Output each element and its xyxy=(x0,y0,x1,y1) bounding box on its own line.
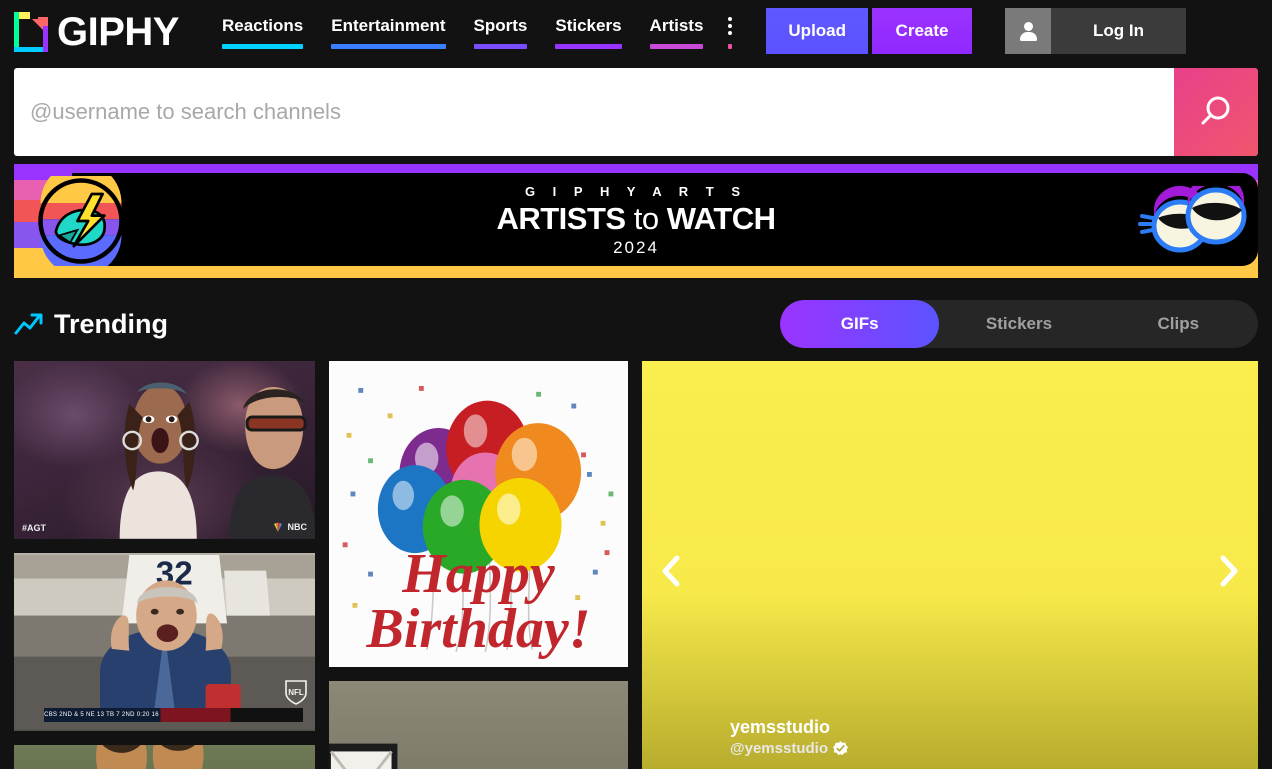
chevron-right-icon xyxy=(1215,554,1241,588)
create-button[interactable]: Create xyxy=(872,8,972,54)
nav-item-sports[interactable]: Sports xyxy=(460,8,542,49)
svg-text:NFL: NFL xyxy=(288,688,304,697)
nav-underline-entertainment xyxy=(331,44,445,49)
banner-title-artists: ARTISTS xyxy=(496,201,625,236)
artist-handle-row: @yemsstudio xyxy=(730,740,848,757)
nav-actions: Upload Create xyxy=(766,8,972,54)
nav-label-entertainment: Entertainment xyxy=(331,8,445,44)
nav-underline-sports xyxy=(474,44,528,49)
avatar[interactable] xyxy=(1005,8,1051,54)
artist-meta: yemsstudio @yemsstudio xyxy=(730,717,848,757)
giphy-logo-text: GIPHY xyxy=(57,11,179,53)
more-vertical-icon xyxy=(728,8,732,44)
nav-label-sports: Sports xyxy=(474,8,528,44)
nav-underline-more xyxy=(728,44,732,49)
birthday-text: Happy Birthday! xyxy=(329,547,628,657)
meerkat-scene xyxy=(14,745,315,769)
nav-item-artists[interactable]: Artists xyxy=(636,8,718,49)
carousel-prev-button[interactable] xyxy=(652,551,692,591)
sunglasses-eyes-icon xyxy=(1128,186,1248,256)
gif-grid: #AGT NBC 32 xyxy=(14,361,1258,769)
search-icon xyxy=(1196,92,1236,132)
nfl-scoreboard: CBS 2ND & 5 NE 13 TB 7 2ND 0:20 16 xyxy=(44,708,303,722)
nav-underline-stickers xyxy=(555,44,621,49)
trending-title-group: Trending xyxy=(14,309,168,340)
nav-label-reactions: Reactions xyxy=(222,8,303,44)
page-title: Trending xyxy=(54,309,168,340)
nbc-peacock-icon xyxy=(272,521,284,533)
nav-underline-artists xyxy=(650,44,704,49)
search-button[interactable] xyxy=(1174,68,1258,156)
login-button[interactable]: Log In xyxy=(1051,8,1186,54)
tab-clips[interactable]: Clips xyxy=(1099,300,1258,348)
grid-column-2: Happy Birthday! xyxy=(329,361,628,769)
nav-item-more[interactable] xyxy=(717,8,743,49)
grid-column-1: #AGT NBC 32 xyxy=(14,361,315,769)
agt-man-figure xyxy=(225,379,315,539)
nav-item-stickers[interactable]: Stickers xyxy=(541,8,635,49)
gif-tile-meerkat[interactable] xyxy=(14,745,315,769)
artist-name: yemsstudio xyxy=(730,717,848,738)
search-input[interactable] xyxy=(14,68,1174,156)
chevron-left-icon xyxy=(659,554,685,588)
tab-stickers[interactable]: Stickers xyxy=(939,300,1098,348)
artists-to-watch-banner[interactable]: G I P H Y A R T S ARTISTS to WATCH 2024 xyxy=(14,164,1258,278)
agt-woman-figure xyxy=(98,375,218,539)
banner-title: ARTISTS to WATCH xyxy=(14,201,1258,237)
banner-title-to: to xyxy=(634,201,659,236)
featured-artist-panel[interactable]: yemsstudio @yemsstudio xyxy=(642,361,1258,769)
banner-title-watch: WATCH xyxy=(667,201,776,236)
carousel-next-button[interactable] xyxy=(1208,551,1248,591)
grid-column-3: yemsstudio @yemsstudio xyxy=(642,361,1258,769)
content-type-tabs: GIFs Stickers Clips xyxy=(780,300,1258,348)
login-group: Log In xyxy=(1005,8,1186,54)
banner-kicker: G I P H Y A R T S xyxy=(14,184,1258,199)
primary-nav: Reactions Entertainment Sports Stickers … xyxy=(208,8,743,49)
unicorn-lightning-icon xyxy=(36,176,126,266)
nfl-shield-icon: NFL xyxy=(285,679,307,705)
nfl-scene: 32 xyxy=(14,553,315,731)
banner-year: 2024 xyxy=(14,238,1258,258)
trending-header-row: Trending GIFs Stickers Clips xyxy=(14,296,1258,352)
gif-tile-curly[interactable] xyxy=(329,681,628,769)
agt-watermark: #AGT xyxy=(22,523,46,533)
banner-text-block: G I P H Y A R T S ARTISTS to WATCH 2024 xyxy=(14,184,1258,258)
birthday-line-2: Birthday! xyxy=(329,602,628,657)
nav-label-artists: Artists xyxy=(650,8,704,44)
artist-handle: @yemsstudio xyxy=(730,740,828,757)
top-navbar: GIPHY Reactions Entertainment Sports Sti… xyxy=(0,0,1272,62)
curly-scene xyxy=(329,681,628,769)
tab-gifs[interactable]: GIFs xyxy=(780,300,939,348)
verified-badge-icon xyxy=(833,741,848,756)
user-avatar-icon xyxy=(1020,22,1037,41)
nfl-logo-watermark: NFL xyxy=(285,679,307,705)
gif-tile-nfl[interactable]: 32 CBS 2ND & 5 NE 13 TB 7 2ND 0:20 16 NF… xyxy=(14,553,315,731)
search-bar xyxy=(14,68,1258,156)
nbc-watermark-text: NBC xyxy=(287,522,307,532)
nbc-watermark: NBC xyxy=(272,521,307,533)
giphy-logo-icon xyxy=(14,12,48,52)
nav-label-stickers: Stickers xyxy=(555,8,621,44)
gif-tile-agt[interactable]: #AGT NBC xyxy=(14,361,315,539)
gif-tile-birthday[interactable]: Happy Birthday! xyxy=(329,361,628,667)
nav-item-reactions[interactable]: Reactions xyxy=(208,8,317,49)
upload-button[interactable]: Upload xyxy=(766,8,868,54)
nav-item-entertainment[interactable]: Entertainment xyxy=(317,8,459,49)
giphy-logo[interactable]: GIPHY xyxy=(14,10,179,54)
nav-underline-reactions xyxy=(222,44,303,49)
birthday-line-1: Happy xyxy=(329,547,628,602)
trending-up-icon xyxy=(14,311,44,337)
